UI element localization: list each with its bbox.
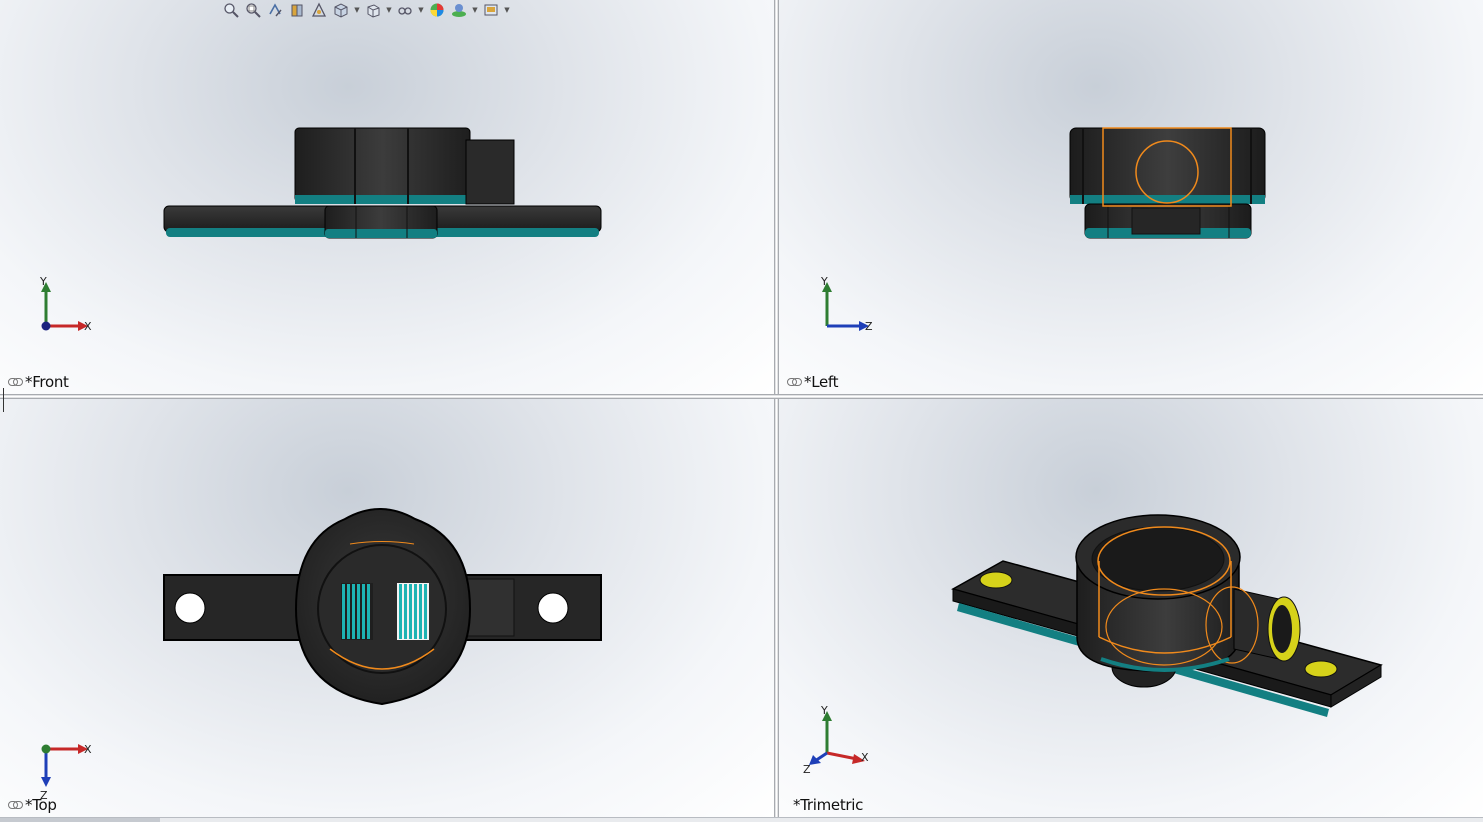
front-view-model[interactable] — [0, 0, 774, 394]
trimetric-view-model[interactable] — [779, 399, 1483, 817]
triad-trimetric: Y X Z — [803, 704, 869, 776]
triad-front: Y X — [39, 275, 92, 333]
link-views-icon — [787, 378, 802, 386]
triad-top: X Z — [40, 743, 92, 801]
viewport-splitter-horizontal[interactable] — [0, 394, 1483, 399]
view-label-left-text: *Left — [804, 373, 839, 391]
link-views-icon — [8, 801, 23, 809]
triad-trimetric-x: X — [861, 751, 869, 764]
triad-left: Y Z — [820, 275, 873, 333]
view-label-trimetric-text: *Trimetric — [793, 796, 864, 814]
viewport-trimetric[interactable]: Y X Z *Trimetric — [779, 399, 1483, 817]
view-label-front[interactable]: *Front — [8, 373, 69, 391]
viewport-top[interactable]: X Z *Top — [0, 399, 774, 817]
top-view-model[interactable] — [0, 399, 774, 817]
viewport-front[interactable]: ▼ ▼ ▼ ▼ ▼ Y X *Front — [0, 0, 774, 394]
viewport-splitter-vertical[interactable] — [774, 0, 779, 822]
viewport-left[interactable]: Y Z *Left — [779, 0, 1483, 394]
view-label-left[interactable]: *Left — [787, 373, 839, 391]
triad-front-y: Y — [39, 275, 47, 288]
triad-trimetric-y: Y — [820, 704, 828, 717]
panel-edge-marker — [0, 388, 4, 412]
triad-top-x: X — [84, 743, 92, 756]
triad-front-x: X — [84, 320, 92, 333]
view-label-trimetric[interactable]: *Trimetric — [793, 796, 863, 814]
graphics-area[interactable]: ▼ ▼ ▼ ▼ ▼ Y X *Front Y Z *Left X Z *Top … — [0, 0, 1483, 822]
view-label-front-text: *Front — [25, 373, 69, 391]
view-label-top[interactable]: *Top — [8, 796, 57, 814]
view-label-top-text: *Top — [25, 796, 57, 814]
link-views-icon — [8, 378, 23, 386]
triad-trimetric-z: Z — [803, 763, 811, 776]
bottom-scroll-thumb[interactable] — [0, 818, 160, 822]
bottom-scroll-track[interactable] — [0, 817, 1483, 822]
triad-left-z: Z — [865, 320, 873, 333]
triad-left-y: Y — [820, 275, 828, 288]
